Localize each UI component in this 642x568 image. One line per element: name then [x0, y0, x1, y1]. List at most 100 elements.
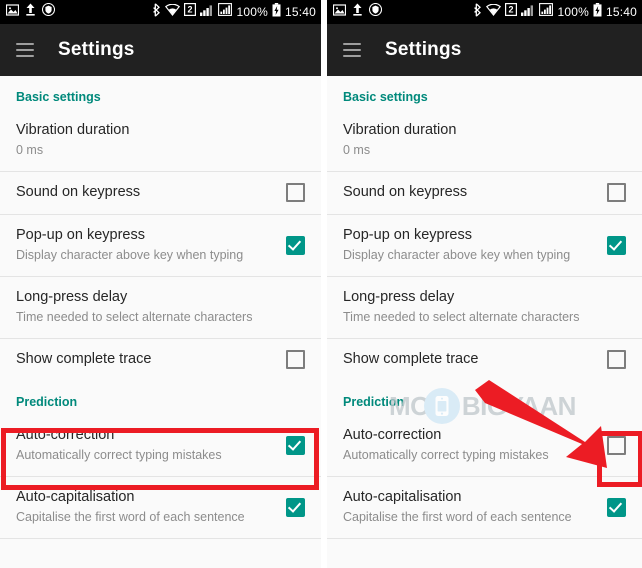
status-bar: 2 100% 15:40: [327, 0, 642, 24]
row-title: Vibration duration: [343, 122, 457, 138]
row-text: Auto-correction Automatically correct ty…: [343, 426, 549, 464]
upload-icon: [25, 3, 36, 21]
bluetooth-icon: [473, 2, 482, 22]
row-long-press-delay[interactable]: Long-press delay Time needed to select a…: [0, 276, 321, 338]
row-show-complete-trace[interactable]: Show complete trace: [0, 338, 321, 381]
signal-sim1-icon: [521, 3, 535, 21]
status-bar-right-icons: 2 100% 15:40: [473, 2, 637, 22]
row-subtitle: 0 ms: [343, 143, 371, 157]
checkbox-sound-on-keypress[interactable]: [286, 183, 305, 202]
status-bar-left-icons: [332, 2, 388, 21]
row-text: Long-press delay Time needed to select a…: [343, 288, 579, 326]
image-icon: [5, 3, 20, 21]
bluetooth-icon: [152, 2, 161, 22]
row-subtitle: Display character above key when typing: [343, 248, 571, 262]
row-subtitle: Capitalise the first word of each senten…: [343, 510, 572, 524]
svg-text:2: 2: [509, 5, 514, 15]
signal-sim1-icon: [200, 3, 214, 21]
row-subtitle: Capitalise the first word of each senten…: [16, 510, 245, 524]
battery-charging-icon: [593, 2, 602, 22]
row-title: Show complete trace: [343, 351, 479, 367]
row-title: Sound on keypress: [343, 184, 468, 200]
hamburger-menu-icon[interactable]: [343, 43, 361, 57]
section-header-basic-settings: Basic settings: [343, 90, 428, 104]
row-text: Show complete trace: [343, 350, 478, 369]
row-popup-on-keypress[interactable]: Pop-up on keypress Display character abo…: [0, 214, 321, 276]
app-toolbar: Settings: [0, 24, 321, 76]
row-title: Auto-capitalisation: [343, 489, 462, 505]
row-long-press-delay[interactable]: Long-press delay Time needed to select a…: [327, 276, 642, 338]
row-subtitle: Display character above key when typing: [16, 248, 244, 262]
checkbox-auto-capitalisation[interactable]: [286, 497, 305, 517]
row-vibration-duration[interactable]: Vibration duration 0 ms: [0, 110, 321, 171]
checkbox-popup-on-keypress[interactable]: [286, 235, 305, 255]
row-list-bottom-edge: [0, 538, 321, 546]
row-title: Long-press delay: [16, 289, 128, 305]
page-title: Settings: [58, 39, 135, 60]
upload-icon: [352, 3, 363, 21]
row-text: Sound on keypress: [16, 183, 140, 202]
row-vibration-duration[interactable]: Vibration duration 0 ms: [327, 110, 642, 171]
row-title: Auto-correction: [343, 427, 442, 443]
checkbox-show-complete-trace[interactable]: [607, 350, 626, 369]
dual-sim-icon: 2: [184, 3, 197, 21]
dual-sim-icon: 2: [505, 3, 518, 21]
row-show-complete-trace[interactable]: Show complete trace: [327, 338, 642, 381]
row-text: Auto-capitalisation Capitalise the first…: [16, 488, 245, 526]
checkbox-popup-on-keypress[interactable]: [607, 235, 626, 255]
battery-percent-label: 100%: [236, 5, 268, 19]
row-text: Long-press delay Time needed to select a…: [16, 288, 252, 326]
row-subtitle: Time needed to select alternate characte…: [343, 310, 580, 324]
status-bar-right-icons: 2 100% 15:40: [152, 2, 316, 22]
hamburger-menu-icon[interactable]: [16, 43, 34, 57]
row-title: Auto-capitalisation: [16, 489, 135, 505]
row-title: Auto-correction: [16, 427, 115, 443]
row-sound-on-keypress[interactable]: Sound on keypress: [0, 171, 321, 214]
row-subtitle: Time needed to select alternate characte…: [16, 310, 253, 324]
row-auto-capitalisation[interactable]: Auto-capitalisation Capitalise the first…: [0, 476, 321, 538]
status-bar-left-icons: [5, 2, 61, 21]
checkbox-auto-capitalisation[interactable]: [607, 497, 626, 517]
status-bar: 2 100% 15:40: [0, 0, 321, 24]
row-list-bottom-edge: [327, 538, 642, 546]
wifi-icon: [486, 3, 502, 21]
row-text: Show complete trace: [16, 350, 151, 369]
shield-icon: [41, 2, 56, 21]
checkbox-auto-correction[interactable]: [286, 435, 305, 455]
page-title: Settings: [385, 39, 462, 60]
app-toolbar: Settings: [327, 24, 642, 76]
row-text: Vibration duration 0 ms: [16, 121, 129, 159]
signal-sim2-icon: [218, 3, 233, 21]
row-auto-correction[interactable]: Auto-correction Automatically correct ty…: [327, 415, 642, 476]
row-text: Vibration duration 0 ms: [343, 121, 456, 159]
checkbox-sound-on-keypress[interactable]: [607, 183, 626, 202]
screenshot-comparison: 2 100% 15:40 Settings Basic settings Vib…: [0, 0, 642, 568]
wifi-icon: [165, 3, 181, 21]
checkbox-auto-correction[interactable]: [607, 435, 626, 455]
svg-text:2: 2: [188, 5, 193, 15]
section-header-prediction: Prediction: [343, 395, 405, 409]
section-header-prediction: Prediction: [16, 395, 78, 409]
settings-list: Basic settings Vibration duration 0 ms S…: [327, 76, 642, 546]
row-text: Auto-correction Automatically correct ty…: [16, 426, 222, 464]
row-auto-capitalisation[interactable]: Auto-capitalisation Capitalise the first…: [327, 476, 642, 538]
row-sound-on-keypress[interactable]: Sound on keypress: [327, 171, 642, 214]
image-icon: [332, 3, 347, 21]
row-auto-correction[interactable]: Auto-correction Automatically correct ty…: [0, 415, 321, 476]
row-popup-on-keypress[interactable]: Pop-up on keypress Display character abo…: [327, 214, 642, 276]
row-subtitle: Automatically correct typing mistakes: [16, 448, 222, 462]
clock-label: 15:40: [605, 5, 637, 19]
signal-sim2-icon: [539, 3, 554, 21]
clock-label: 15:40: [284, 5, 316, 19]
row-title: Pop-up on keypress: [16, 227, 145, 243]
row-title: Show complete trace: [16, 351, 152, 367]
checkbox-show-complete-trace[interactable]: [286, 350, 305, 369]
row-title: Vibration duration: [16, 122, 130, 138]
row-text: Sound on keypress: [343, 183, 467, 202]
row-title: Pop-up on keypress: [343, 227, 472, 243]
row-subtitle: 0 ms: [16, 143, 44, 157]
shield-icon: [368, 2, 383, 21]
row-text: Auto-capitalisation Capitalise the first…: [343, 488, 572, 526]
row-subtitle: Automatically correct typing mistakes: [343, 448, 549, 462]
phone-screenshot-before: 2 100% 15:40 Settings Basic settings Vib…: [0, 0, 321, 568]
